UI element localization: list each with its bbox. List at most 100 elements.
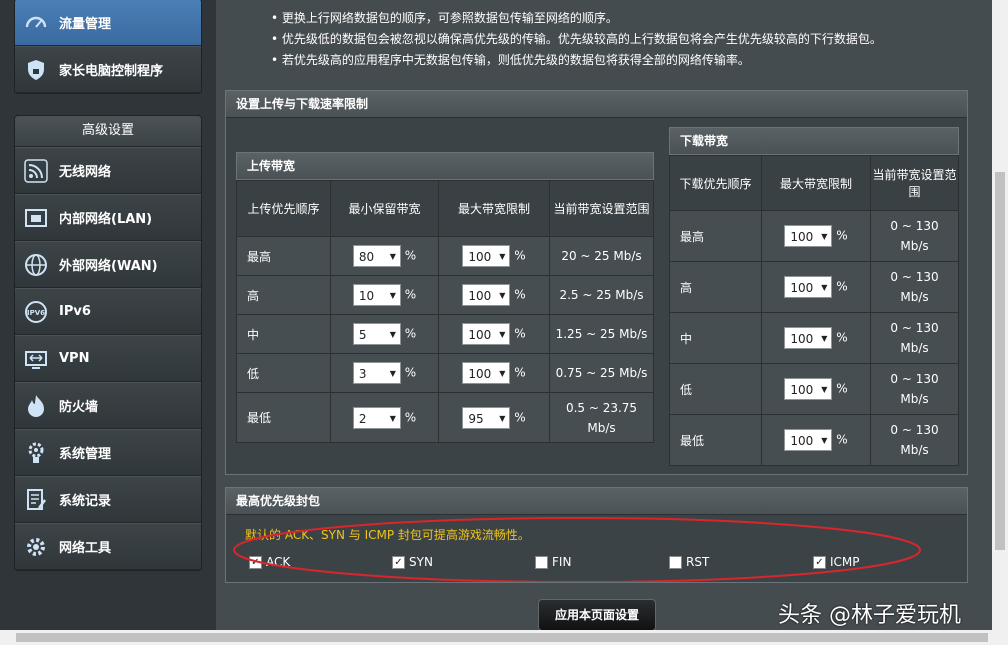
sidebar-item-label: 网络工具 — [59, 541, 112, 556]
max-bandwidth-select[interactable]: 100 — [462, 284, 511, 307]
ipv6-icon: IPV6 — [23, 299, 49, 325]
sidebar-item-label: 家长电脑控制程序 — [59, 64, 164, 79]
max-bandwidth-select[interactable]: 100 — [462, 362, 511, 385]
upload-header-priority: 上传优先顺序 — [236, 180, 331, 237]
bandwidth-range: 2.5 ~ 25 Mb/s — [549, 275, 654, 315]
rate-limit-panel: 设置上传与下载速率限制 上传带宽 上传优先顺序 最小保留带宽 最大带宽限制 当前… — [225, 90, 968, 475]
bandwidth-range: 1.25 ~ 25 Mb/s — [549, 314, 654, 354]
percent-unit: % — [404, 287, 417, 302]
vertical-scrollbar-thumb[interactable] — [995, 172, 1005, 550]
priority-label: 中 — [236, 314, 331, 354]
download-header-range: 当前带宽设置范围 — [870, 155, 959, 211]
priority-packet-panel: 最高优先级封包 默认的 ACK、SYN 与 ICMP 封包可提高游戏流畅性。 ✓… — [225, 487, 968, 583]
max-bandwidth-select[interactable]: 100 — [462, 323, 511, 346]
sidebar-item-wireless[interactable]: 无线网络 — [15, 147, 201, 194]
upload-table: 上传优先顺序 最小保留带宽 最大带宽限制 当前带宽设置范围 最高 80 % 10… — [236, 180, 654, 443]
percent-unit: % — [514, 287, 526, 302]
download-header-priority: 下载优先顺序 — [669, 155, 762, 211]
horizontal-scrollbar-thumb[interactable] — [16, 633, 988, 642]
min-bandwidth-select[interactable]: 3 — [352, 362, 401, 385]
max-bandwidth-select[interactable]: 100 — [784, 276, 833, 299]
firewall-icon — [23, 393, 49, 419]
download-bandwidth-title: 下载带宽 — [669, 127, 959, 155]
admin-icon — [23, 440, 49, 466]
sidebar-item-wan[interactable]: 外部网络(WAN) — [15, 241, 201, 288]
vpn-icon — [23, 346, 49, 372]
percent-unit: % — [404, 248, 417, 263]
table-row: 高 10 % 100 % 2.5 ~ 25 Mb/s — [236, 275, 654, 315]
tools-icon — [23, 534, 49, 560]
sidebar-item-administration[interactable]: 系统管理 — [15, 429, 201, 476]
priority-label: 低 — [669, 363, 762, 415]
upload-bandwidth-title: 上传带宽 — [236, 152, 654, 180]
priority-label: 最低 — [669, 414, 762, 466]
min-bandwidth-select[interactable]: 5 — [352, 323, 401, 346]
sidebar-item-label: 内部网络(LAN) — [59, 212, 153, 227]
max-bandwidth-select[interactable]: 95 — [462, 406, 511, 430]
horizontal-scrollbar[interactable] — [0, 630, 1008, 645]
percent-unit: % — [404, 365, 417, 380]
speedometer-icon — [23, 10, 49, 36]
sidebar-item-label: VPN — [59, 351, 90, 366]
rate-limit-panel-title: 设置上传与下载速率限制 — [226, 91, 967, 118]
max-bandwidth-select[interactable]: 100 — [784, 225, 833, 248]
bandwidth-range: 0 ~ 130 Mb/s — [870, 363, 959, 415]
description-item: 优先级低的数据包会被忽视以确保高优先级的传输。优先级较高的上行数据包将会产生优先… — [271, 29, 882, 50]
table-row: 最低 100 % 0 ~ 130 Mb/s — [669, 414, 959, 466]
lan-icon — [23, 205, 49, 231]
table-row: 最高 100 % 0 ~ 130 Mb/s — [669, 210, 959, 262]
percent-unit: % — [836, 432, 848, 447]
description-list: 更换上行网络数据包的顺序，可参照数据包传输至网络的顺序。 优先级低的数据包会被忽… — [271, 8, 882, 71]
sidebar-item-label: 流量管理 — [59, 17, 112, 32]
percent-unit: % — [404, 410, 417, 424]
sidebar-item-parental-control[interactable]: 家长电脑控制程序 — [15, 46, 201, 93]
download-header-max: 最大带宽限制 — [761, 155, 871, 211]
priority-label: 中 — [669, 312, 762, 364]
bandwidth-range: 0 ~ 130 Mb/s — [870, 414, 959, 466]
wifi-icon — [23, 158, 49, 184]
table-row: 中 100 % 0 ~ 130 Mb/s — [669, 312, 959, 364]
sidebar-item-lan[interactable]: 内部网络(LAN) — [15, 194, 201, 241]
sidebar-item-label: 系统记录 — [59, 494, 112, 509]
sidebar-item-traffic-manager[interactable]: 流量管理 — [15, 0, 201, 46]
sidebar-item-label: 外部网络(WAN) — [59, 259, 158, 274]
upload-bandwidth-section: 上传带宽 上传优先顺序 最小保留带宽 最大带宽限制 当前带宽设置范围 最高 80… — [236, 152, 654, 443]
min-bandwidth-select[interactable]: 2 — [352, 406, 401, 430]
min-bandwidth-select[interactable]: 10 — [352, 284, 401, 307]
top-nav-box: 流量管理 家长电脑控制程序 — [14, 0, 202, 94]
priority-label: 最低 — [236, 392, 331, 443]
priority-label: 高 — [669, 261, 762, 313]
bandwidth-range: 0.5 ~ 23.75 Mb/s — [549, 392, 654, 443]
bandwidth-range: 0 ~ 130 Mb/s — [870, 312, 959, 364]
advanced-settings-header: 高级设置 — [15, 116, 201, 147]
sidebar-item-system-log[interactable]: 系统记录 — [15, 476, 201, 523]
table-row: 最高 80 % 100 % 20 ~ 25 Mb/s — [236, 236, 654, 276]
sidebar-item-network-tools[interactable]: 网络工具 — [15, 523, 201, 570]
percent-unit: % — [404, 326, 417, 341]
bandwidth-range: 0 ~ 130 Mb/s — [870, 261, 959, 313]
percent-unit: % — [514, 326, 526, 341]
globe-icon — [23, 252, 49, 278]
sidebar: 流量管理 家长电脑控制程序 高级设置 无线网络 内部网络(LAN) 外部网络(W… — [0, 0, 216, 630]
percent-unit: % — [836, 381, 848, 396]
sidebar-item-vpn[interactable]: VPN — [15, 335, 201, 382]
table-row: 低 3 % 100 % 0.75 ~ 25 Mb/s — [236, 353, 654, 393]
sidebar-item-label: 无线网络 — [59, 165, 112, 180]
max-bandwidth-select[interactable]: 100 — [784, 327, 833, 350]
vertical-scrollbar[interactable] — [992, 0, 1008, 630]
priority-label: 低 — [236, 353, 331, 393]
watermark: 头条 @林子爱玩机 — [778, 603, 961, 628]
table-row: 中 5 % 100 % 1.25 ~ 25 Mb/s — [236, 314, 654, 354]
sidebar-item-firewall[interactable]: 防火墙 — [15, 382, 201, 429]
upload-header-max: 最大带宽限制 — [438, 180, 550, 237]
min-bandwidth-select[interactable]: 80 — [352, 245, 401, 268]
description-item: 更换上行网络数据包的顺序，可参照数据包传输至网络的顺序。 — [271, 8, 882, 29]
percent-unit: % — [514, 365, 526, 380]
max-bandwidth-select[interactable]: 100 — [784, 378, 833, 401]
max-bandwidth-select[interactable]: 100 — [784, 429, 833, 452]
max-bandwidth-select[interactable]: 100 — [462, 245, 511, 268]
priority-label: 最高 — [669, 210, 762, 262]
percent-unit: % — [836, 330, 848, 345]
sidebar-item-ipv6[interactable]: IPV6 IPv6 — [15, 288, 201, 335]
apply-settings-button[interactable]: 应用本页面设置 — [538, 599, 656, 631]
